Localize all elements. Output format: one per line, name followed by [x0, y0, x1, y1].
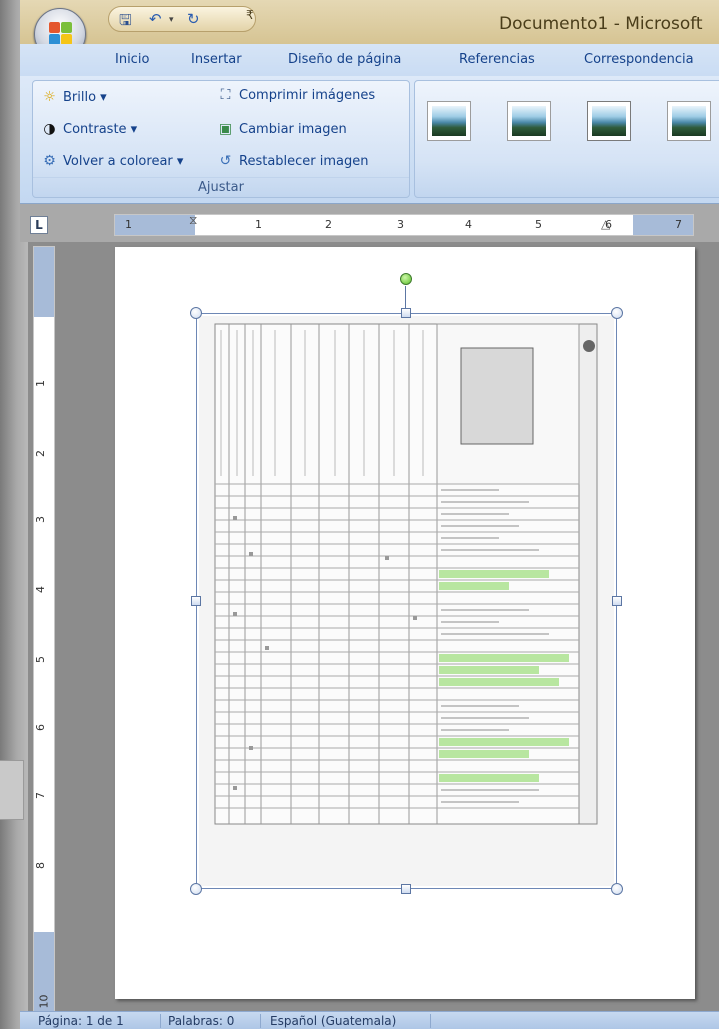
ruler-number: 4 — [34, 586, 47, 593]
quick-access-toolbar: 🖫 ↶ ▾ ↻ — [108, 6, 256, 32]
restablecer-label: Restablecer imagen — [239, 154, 369, 169]
brillo-button[interactable]: ☼ Brillo ▾ — [41, 89, 107, 106]
status-page-count[interactable]: Página: 1 de 1 — [38, 1014, 124, 1028]
ribbon-tabs: Inicio Insertar Diseño de página Referen… — [20, 44, 719, 76]
resize-handle-bottom-right[interactable] — [611, 883, 623, 895]
group-ajustar-label: Ajustar — [33, 177, 409, 195]
title-bar: 🖫 ↶ ▾ ↻ ₹ Documento1 - Microsoft — [20, 0, 719, 44]
group-ajustar: ☼ Brillo ▾ ◑ Contraste ▾ ⚙ Volver a colo… — [32, 80, 410, 198]
ruler-number: 4 — [465, 218, 472, 231]
redo-icon[interactable]: ↻ — [187, 10, 200, 28]
ruler-number: 2 — [325, 218, 332, 231]
volver-colorear-label: Volver a colorear ▾ — [63, 154, 184, 169]
cambiar-imagen-button[interactable]: ▣ Cambiar imagen — [217, 121, 347, 138]
resize-handle-left[interactable] — [191, 596, 201, 606]
status-bar: Página: 1 de 1 Palabras: 0 Español (Guat… — [20, 1011, 719, 1029]
rotation-handle[interactable] — [400, 273, 412, 285]
change-picture-icon: ▣ — [218, 121, 233, 137]
picture-style-thumb[interactable] — [667, 101, 711, 141]
tab-referencias[interactable]: Referencias — [459, 52, 535, 67]
ruler-number: 8 — [34, 862, 47, 869]
picture-style-thumb[interactable] — [507, 101, 551, 141]
tab-selector[interactable]: L — [30, 216, 48, 234]
picture-style-thumb[interactable] — [427, 101, 471, 141]
tab-insertar[interactable]: Insertar — [191, 52, 242, 67]
customize-qat-icon[interactable]: ₹ — [246, 8, 254, 22]
compress-icon: ⛶ — [220, 87, 231, 103]
ruler-number: 2 — [34, 450, 47, 457]
brillo-label: Brillo ▾ — [63, 90, 107, 105]
first-line-indent-icon[interactable]: ⧖ — [189, 213, 197, 228]
ruler-number: 7 — [34, 792, 47, 799]
scanned-table-image — [199, 316, 614, 886]
contrast-icon: ◑ — [43, 121, 56, 137]
contraste-label: Contraste ▾ — [63, 122, 138, 137]
brightness-icon: ☼ — [43, 89, 56, 105]
ribbon: ☼ Brillo ▾ ◑ Contraste ▾ ⚙ Volver a colo… — [20, 76, 719, 204]
ruler-number: 10 — [37, 994, 51, 1009]
undo-icon[interactable]: ↶ — [149, 10, 162, 28]
resize-handle-top[interactable] — [401, 308, 411, 318]
picture-styles-gallery — [414, 80, 719, 198]
save-icon[interactable]: 🖫 — [119, 10, 132, 35]
ruler-number: 6 — [34, 724, 47, 731]
vertical-ruler[interactable]: 1 2 3 4 5 6 7 8 10 — [33, 246, 55, 1019]
scroll-knob[interactable] — [0, 760, 24, 820]
right-indent-icon[interactable]: △ — [601, 217, 610, 231]
tab-diseno-de-pagina[interactable]: Diseño de página — [288, 52, 401, 67]
undo-dropdown-icon[interactable]: ▾ — [169, 15, 174, 25]
ruler-number: 1 — [255, 218, 262, 231]
ruler-number: 3 — [34, 516, 47, 523]
picture-style-thumb[interactable] — [587, 101, 631, 141]
resize-handle-right[interactable] — [612, 596, 622, 606]
comprimir-imagenes-button[interactable]: ⛶ Comprimir imágenes — [217, 87, 376, 104]
restablecer-imagen-button[interactable]: ↺ Restablecer imagen — [217, 153, 369, 170]
ruler-number: 3 — [397, 218, 404, 231]
ruler-number: 1 — [125, 218, 132, 231]
office-logo-icon — [49, 22, 73, 46]
resize-handle-top-right[interactable] — [611, 307, 623, 319]
ruler-number: 5 — [34, 656, 47, 663]
scanned-page-graphic — [199, 316, 614, 886]
ruler-number: 5 — [535, 218, 542, 231]
comprimir-label: Comprimir imágenes — [239, 88, 376, 103]
ruler-number: 7 — [675, 218, 682, 231]
reset-picture-icon: ↺ — [219, 153, 232, 169]
recolor-icon: ⚙ — [43, 153, 56, 169]
ruler-row: L 1 1 2 3 4 5 6 7 ⧖ △ — [20, 204, 719, 242]
status-language[interactable]: Español (Guatemala) — [270, 1014, 396, 1028]
window-title: Documento1 - Microsoft — [499, 14, 703, 34]
status-word-count[interactable]: Palabras: 0 — [168, 1014, 234, 1028]
resize-handle-bottom[interactable] — [401, 884, 411, 894]
contraste-button[interactable]: ◑ Contraste ▾ — [41, 121, 137, 138]
resize-handle-bottom-left[interactable] — [190, 883, 202, 895]
tab-inicio[interactable]: Inicio — [115, 52, 149, 67]
tab-correspondencia[interactable]: Correspondencia — [584, 52, 694, 67]
cambiar-label: Cambiar imagen — [239, 122, 347, 137]
volver-colorear-button[interactable]: ⚙ Volver a colorear ▾ — [41, 153, 183, 170]
horizontal-ruler[interactable]: 1 1 2 3 4 5 6 7 ⧖ △ — [114, 213, 694, 236]
resize-handle-top-left[interactable] — [190, 307, 202, 319]
selected-image[interactable] — [196, 313, 617, 889]
ruler-number: 1 — [34, 380, 47, 387]
